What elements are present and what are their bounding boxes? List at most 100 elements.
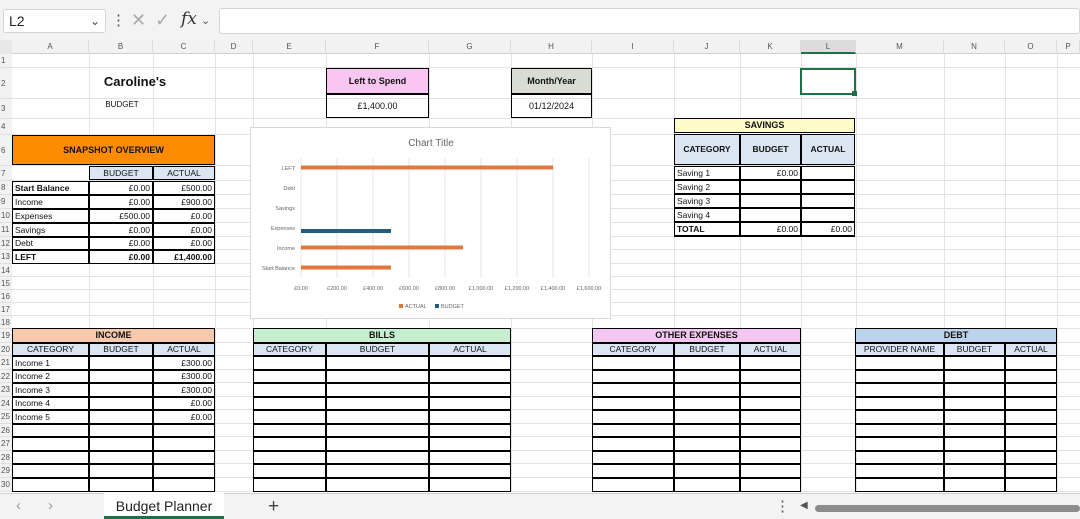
column-header[interactable]: K [740,40,801,54]
bills-cell[interactable] [253,370,326,383]
other-expenses-cell[interactable] [592,464,674,478]
check-icon[interactable]: ✓ [155,8,170,32]
savings-row-actual[interactable]: £0.00 [801,222,855,237]
chevron-down-icon[interactable]: ⌄ [90,9,100,33]
snapshot-row-actual[interactable]: £1,400.00 [153,250,215,264]
income-cell[interactable] [89,370,153,383]
debt-cell[interactable] [855,410,944,424]
other-expenses-cell[interactable] [740,451,801,464]
row-header[interactable]: 15 [0,277,12,290]
other-expenses-header[interactable]: ACTUAL [740,343,801,356]
snapshot-row-label[interactable]: Income [12,195,89,209]
row-header[interactable]: 1 [0,54,12,68]
column-header[interactable]: N [944,40,1005,54]
debt-cell[interactable] [1005,464,1057,478]
bills-cell[interactable] [429,424,511,437]
column-header[interactable]: H [511,40,592,54]
other-expenses-cell[interactable] [674,437,740,451]
bills-cell[interactable] [253,451,326,464]
income-title[interactable]: INCOME [12,328,215,343]
income-cell[interactable] [12,424,89,437]
column-header[interactable]: M [856,40,944,54]
other-expenses-cell[interactable] [674,370,740,383]
column-header[interactable]: D [215,40,253,54]
bills-cell[interactable] [253,424,326,437]
snapshot-row-label[interactable]: Start Balance [12,181,89,195]
income-cell[interactable]: £300.00 [153,370,215,383]
column-header[interactable]: I [592,40,674,54]
snapshot-row-actual[interactable]: £0.00 [153,209,215,223]
snapshot-row-label[interactable]: Expenses [12,209,89,223]
bills-cell[interactable] [326,356,429,370]
row-header[interactable]: 6 [0,135,12,166]
income-cell[interactable]: Income 1 [12,356,89,370]
income-cell[interactable] [12,478,89,492]
row-header[interactable]: 28 [0,451,12,464]
add-sheet-button[interactable]: + [268,496,279,518]
savings-row-label[interactable]: Saving 4 [674,208,740,222]
column-header[interactable]: O [1005,40,1057,54]
row-header[interactable]: 12 [0,237,12,250]
column-header[interactable]: G [429,40,511,54]
bills-cell[interactable] [326,451,429,464]
debt-cell[interactable] [944,370,1005,383]
bills-cell[interactable] [429,410,511,424]
debt-cell[interactable] [1005,437,1057,451]
income-cell[interactable] [153,424,215,437]
snapshot-row-budget[interactable]: £0.00 [89,250,153,264]
bills-header[interactable]: ACTUAL [429,343,511,356]
row-header[interactable]: 7 [0,166,12,181]
bills-cell[interactable] [429,383,511,397]
debt-cell[interactable] [855,478,944,492]
savings-row-actual[interactable] [801,208,855,222]
debt-header[interactable]: PROVIDER NAME [855,343,944,356]
left-to-spend-value[interactable]: £1,400.00 [326,94,429,118]
other-expenses-cell[interactable] [740,478,801,492]
debt-cell[interactable] [855,397,944,410]
debt-cell[interactable] [1005,424,1057,437]
income-cell[interactable] [153,437,215,451]
debt-cell[interactable] [944,424,1005,437]
snapshot-row-label[interactable]: LEFT [12,250,89,264]
snapshot-row-label[interactable]: Savings [12,223,89,237]
chevron-down-icon[interactable]: ⌄ [201,9,210,33]
row-header[interactable]: 19 [0,329,12,343]
other-expenses-cell[interactable] [592,410,674,424]
debt-cell[interactable] [944,464,1005,478]
income-cell[interactable] [153,451,215,464]
savings-row-label[interactable]: Saving 1 [674,166,740,180]
bills-cell[interactable] [253,437,326,451]
income-cell[interactable] [89,397,153,410]
bills-header[interactable]: BUDGET [326,343,429,356]
column-header[interactable]: A [12,40,89,54]
debt-cell[interactable] [1005,451,1057,464]
bills-cell[interactable] [253,410,326,424]
other-expenses-cell[interactable] [674,478,740,492]
row-header[interactable]: 9 [0,195,12,209]
snapshot-row-budget[interactable]: £0.00 [89,223,153,237]
income-cell[interactable] [89,478,153,492]
other-expenses-cell[interactable] [740,424,801,437]
horizontal-scrollbar[interactable] [815,505,1080,512]
row-header[interactable]: 13 [0,250,12,264]
row-header[interactable]: 27 [0,437,12,451]
bills-cell[interactable] [326,464,429,478]
debt-cell[interactable] [1005,370,1057,383]
bills-cell[interactable] [326,424,429,437]
debt-header[interactable]: ACTUAL [1005,343,1057,356]
row-header[interactable]: 26 [0,424,12,437]
debt-cell[interactable] [1005,383,1057,397]
income-cell[interactable]: Income 3 [12,383,89,397]
selected-cell[interactable] [800,68,856,95]
bills-cell[interactable] [429,464,511,478]
row-header[interactable]: 8 [0,181,12,195]
other-expenses-cell[interactable] [592,397,674,410]
income-cell[interactable] [89,410,153,424]
savings-row-budget[interactable]: £0.00 [740,222,801,237]
debt-header[interactable]: BUDGET [944,343,1005,356]
savings-row-label[interactable]: TOTAL [674,222,740,237]
debt-cell[interactable] [855,437,944,451]
income-cell[interactable] [89,464,153,478]
income-cell[interactable] [12,451,89,464]
savings-row-budget[interactable] [740,208,801,222]
